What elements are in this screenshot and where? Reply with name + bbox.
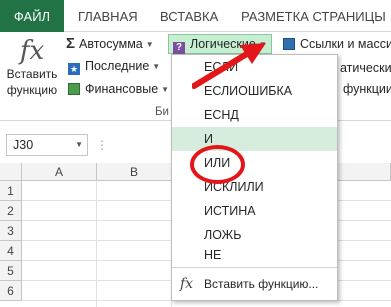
menu-separator (172, 267, 337, 268)
ribbon-tab-bar: ФАЙЛ ГЛАВНАЯ ВСТАВКА РАЗМЕТКА СТРАНИЦЫ (0, 0, 391, 32)
chevron-down-icon: ▼ (145, 40, 154, 49)
fx-icon: fx (19, 36, 45, 66)
insert-function-label-line1: Вставить (6, 67, 58, 81)
formula-bar-divider-icon: ⋮ (96, 138, 108, 152)
more-functions-label: функции (343, 82, 391, 96)
chevron-down-icon: ▼ (152, 62, 161, 71)
lookup-icon (283, 38, 295, 50)
name-box[interactable]: J30 ▼ (6, 134, 88, 156)
column-header-a[interactable]: A (22, 163, 97, 181)
annotation-arrow-icon (192, 43, 266, 89)
row-header-2[interactable]: 2 (0, 201, 22, 221)
tab-page-layout[interactable]: РАЗМЕТКА СТРАНИЦЫ (241, 0, 386, 32)
select-all-corner[interactable] (0, 163, 22, 181)
menu-insert-function[interactable]: fx Вставить функцию... (172, 271, 337, 297)
financial-icon (68, 83, 80, 95)
financial-button[interactable]: Финансовые ▼ (68, 80, 169, 98)
autosum-button[interactable]: Σ Автосумма ▼ (66, 35, 154, 53)
row-header-5[interactable]: 5 (0, 261, 22, 281)
tab-home[interactable]: ГЛАВНАЯ (78, 0, 138, 32)
row-header-6[interactable]: 6 (0, 281, 22, 301)
star-icon: ★ (68, 63, 80, 75)
sigma-icon: Σ (66, 35, 76, 52)
financial-label: Финансовые (85, 82, 159, 96)
insert-function-label-line2: функцию (6, 83, 58, 97)
column-gridline (96, 181, 97, 307)
tab-insert[interactable]: ВСТАВКА (160, 0, 218, 32)
chevron-down-icon[interactable]: ▼ (75, 135, 83, 155)
menu-item-ne[interactable]: НЕ (172, 243, 337, 267)
insert-function-button[interactable]: fx Вставить функцию (4, 36, 60, 106)
math-label: атические (340, 61, 391, 75)
question-icon: ? (173, 42, 185, 54)
math-button[interactable]: атические (340, 59, 391, 77)
more-functions-button[interactable]: функции (343, 80, 391, 98)
tab-file[interactable]: ФАЙЛ (0, 0, 64, 32)
row-header-1[interactable]: 1 (0, 181, 22, 201)
annotation-ring (190, 145, 245, 184)
lookup-button[interactable]: Ссылки и масси (283, 35, 391, 53)
row-header-3[interactable]: 3 (0, 221, 22, 241)
recent-button[interactable]: ★ Последние ▼ (68, 57, 160, 75)
name-box-value: J30 (13, 138, 34, 152)
menu-insert-function-label: Вставить функцию... (204, 277, 319, 291)
menu-item-i[interactable]: И (172, 127, 337, 151)
autosum-label: Автосумма (79, 37, 143, 51)
column-header-b[interactable]: B (97, 163, 172, 181)
recent-label: Последние (85, 59, 150, 73)
menu-item-iskl-ili[interactable]: ИСКЛИЛИ (172, 175, 337, 199)
function-library-group-label: Би (155, 106, 169, 118)
fx-icon: fx (180, 276, 194, 292)
chevron-down-icon: ▼ (161, 85, 170, 94)
menu-item-istina[interactable]: ИСТИНА (172, 199, 337, 223)
menu-item-esnd[interactable]: ЕСНД (172, 103, 337, 127)
row-header-4[interactable]: 4 (0, 241, 22, 261)
lookup-label: Ссылки и масси (300, 37, 391, 51)
